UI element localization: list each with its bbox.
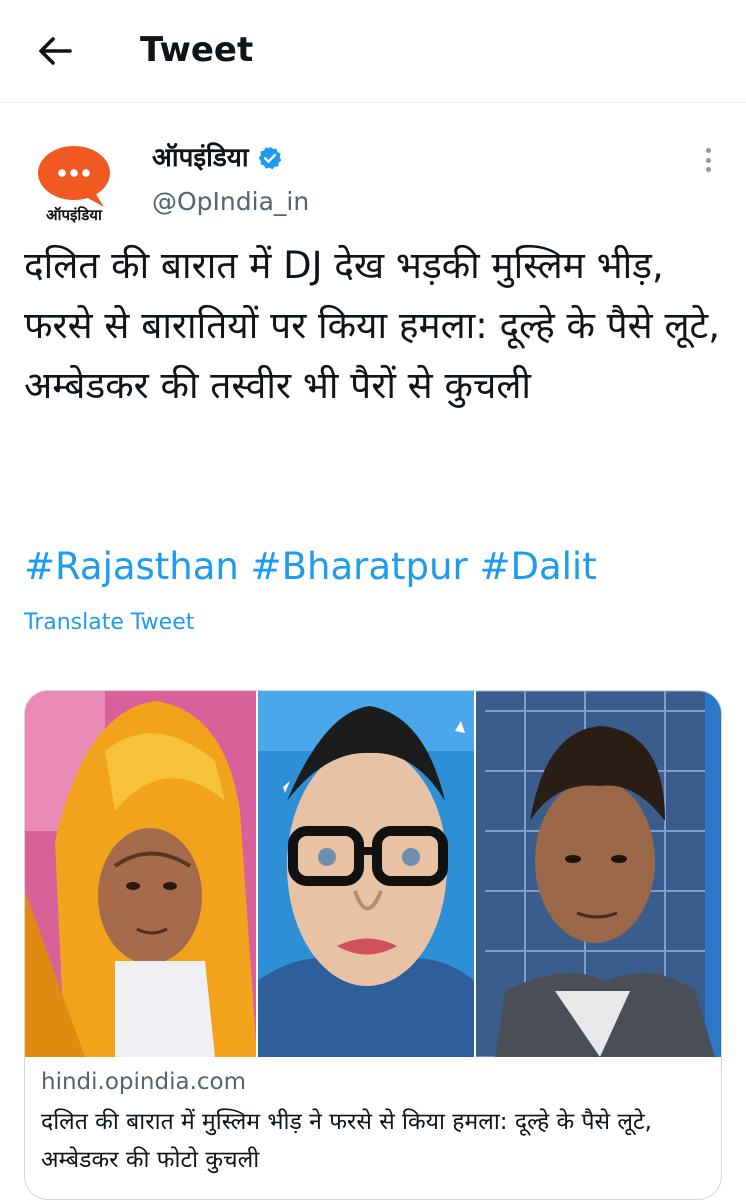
more-dot-icon <box>705 167 711 172</box>
more-dot-icon <box>705 157 711 163</box>
page-title: Tweet <box>140 30 254 70</box>
card-image[interactable] <box>25 691 722 1057</box>
verified-badge-icon <box>258 146 281 170</box>
translate-tweet-link[interactable]: Translate Tweet <box>24 608 194 638</box>
opindia-logo-icon: ऑपइंडिया <box>38 146 110 224</box>
link-preview-card[interactable]: hindi.opindia.com दलित की बारात में मुस्… <box>24 690 722 1200</box>
hashtag-link[interactable]: #Bharatpur <box>251 545 468 588</box>
svg-text:ऑपइंडिया: ऑपइंडिया <box>46 206 103 224</box>
card-title: दलित की बारात में मुस्लिम भीड़ ने फरसे स… <box>41 1109 652 1173</box>
tweet-text: दलित की बारात में DJ देख भड़की मुस्लिम भ… <box>24 244 720 407</box>
back-button[interactable] <box>34 30 76 72</box>
top-bar: Tweet <box>0 0 746 103</box>
hashtag-link[interactable]: #Rajasthan <box>24 545 239 588</box>
card-domain: hindi.opindia.com <box>41 1069 247 1095</box>
hashtag-list: #Rajasthan #Bharatpur #Dalit <box>24 540 597 594</box>
author-name[interactable]: ऑपइंडिया <box>152 141 249 175</box>
hashtag-link[interactable]: #Dalit <box>479 545 596 588</box>
avatar[interactable]: ऑपइंडिया <box>24 143 124 225</box>
arrow-left-icon <box>39 37 72 65</box>
more-dot-icon <box>705 148 711 153</box>
author-handle[interactable]: @OpIndia_in <box>152 186 309 218</box>
author-name-row[interactable]: ऑपइंडिया <box>152 141 283 175</box>
more-options-button[interactable] <box>696 145 720 175</box>
